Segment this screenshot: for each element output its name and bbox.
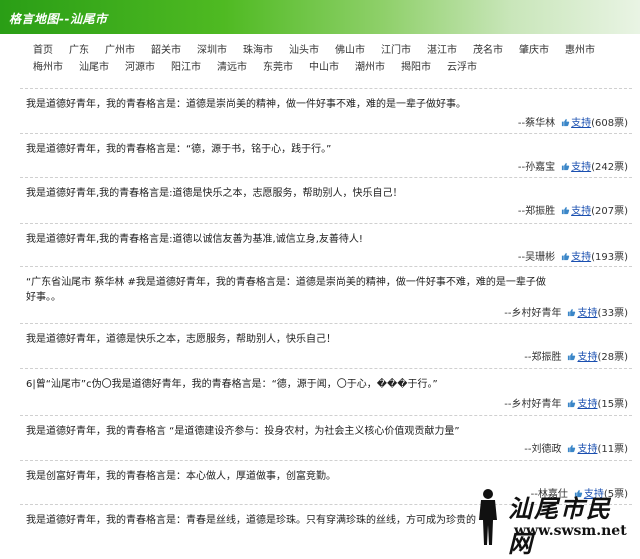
thumbs-up-icon xyxy=(562,118,570,127)
person-silhouette-icon xyxy=(479,489,497,545)
quote-text: “广东省汕尾市 蔡华林 #我是道德好青年，我的青春格言是：道德是崇尚美的精神，做… xyxy=(26,277,546,303)
thumbs-up-icon xyxy=(568,352,576,361)
vote-count: (242票) xyxy=(591,162,628,173)
quote-text: 我是道德好青年,我的青春格言是:道德是快乐之本，志愿服务，帮助别人，快乐自己！ xyxy=(26,188,403,199)
quote-meta: --蔡华林 支持(608票) xyxy=(518,114,628,129)
vote-count: (28票) xyxy=(597,352,628,363)
quote-entry: “广东省汕尾市 蔡华林 #我是道德好青年，我的青春格言是：道德是崇尚美的精神，做… xyxy=(20,266,632,324)
nav-link[interactable]: 惠州市 xyxy=(565,42,595,59)
nav-link[interactable]: 佛山市 xyxy=(335,42,365,59)
thumbs-up-icon xyxy=(568,399,576,408)
quote-entry: 我是道德好青年，道德是快乐之本，志愿服务，帮助别人，快乐自己！ --郑振胜 支持(2… xyxy=(20,323,632,369)
quote-meta: --刘德政 支持(11票) xyxy=(524,440,628,455)
quote-text: 我是创富好青年，我的青春格言是：本心做人，厚道做事，创富竞勤。 xyxy=(26,471,336,482)
thumbs-up-icon xyxy=(568,444,576,453)
nav-link[interactable]: 清远市 xyxy=(217,59,247,76)
nav-link[interactable]: 茂名市 xyxy=(473,42,503,59)
thumbs-up-icon xyxy=(562,252,570,261)
city-nav: 首页 广东 广州市 韶关市 深圳市 珠海市 汕头市 佛山市 江门市 湛江市 茂名市 肇庆市 惠州市梅州市… xyxy=(22,42,622,76)
quote-author: --郑振胜 xyxy=(517,206,556,217)
vote-count: (608票) xyxy=(591,118,628,129)
quote-author: --吴珊彬 xyxy=(517,252,556,263)
thumbs-up-icon xyxy=(562,162,570,171)
quote-author: --郑振胜 xyxy=(524,352,562,363)
nav-link[interactable]: 肇庆市 xyxy=(519,42,549,59)
nav-link[interactable]: 湛江市 xyxy=(427,42,457,59)
nav-link[interactable]: 韶关市 xyxy=(151,42,181,59)
quote-text: 我是道德好青年，我的青春格言是：道德是崇尚美的精神，做一件好事不难，难的是一辈子… xyxy=(26,99,466,110)
nav-link[interactable]: 汕尾市 xyxy=(79,59,109,76)
quote-meta: --孙嘉宝 支持(242票) xyxy=(518,158,628,173)
vote-count: (15票) xyxy=(597,399,628,410)
quote-entry: 我是道德好青年，我的青春格言是：道德是崇尚美的精神，做一件好事不难，难的是一辈子… xyxy=(20,88,632,134)
support-link[interactable]: 支持 xyxy=(577,352,597,363)
nav-link[interactable]: 梅州市 xyxy=(33,59,63,76)
page-title: 格言地图--汕尾市 xyxy=(9,12,108,26)
thumbs-up-icon xyxy=(562,206,570,215)
support-link[interactable]: 支持 xyxy=(571,252,591,263)
quote-text: 6|曾“汕尾市”c伪〇我是道德好青年，我的青春格言是：“德，源于闻，〇于心，��… xyxy=(26,379,438,390)
quote-text: 我是道德好青年,我的青春格言是:道德以诚信友善为基准,诚信立身,友善待人! xyxy=(26,234,363,245)
quote-entry: 我是道德好青年,我的青春格言是:道德以诚信友善为基准,诚信立身,友善待人! --吴… xyxy=(20,223,632,267)
nav-link[interactable]: 江门市 xyxy=(381,42,411,59)
quote-text: 我是道德好青年，道德是快乐之本，志愿服务，帮助别人，快乐自己！ xyxy=(26,334,336,345)
vote-count: (193票) xyxy=(591,252,628,263)
nav-link[interactable]: 首页 xyxy=(33,42,53,59)
nav-link[interactable]: 中山市 xyxy=(309,59,339,76)
support-link[interactable]: 支持 xyxy=(577,308,597,319)
quote-text: 我是道德好青年，我的青春格言 “是道德建设齐参与：投身农村，为社会主义核心价值观… xyxy=(26,426,460,437)
quote-entry: 我是道德好青年，我的青春格言是：“德，源于书，铭于心，践于行。” --孙嘉宝 支持(… xyxy=(20,133,632,178)
quote-author: --乡村好青年 xyxy=(504,399,562,410)
quote-text: 我是道德好青年，我的青春格言是：青春是丝线，道德是珍珠。只有穿满珍珠的丝线，方可… xyxy=(26,515,476,526)
vote-count: (11票) xyxy=(597,444,628,455)
vote-count: (207票) xyxy=(591,206,628,217)
nav-link[interactable]: 云浮市 xyxy=(447,59,477,76)
support-link[interactable]: 支持 xyxy=(571,118,591,129)
quote-meta: --郑振胜 支持(207票) xyxy=(518,202,628,217)
nav-link[interactable]: 广东 xyxy=(69,42,89,59)
watermark-url: www.swsm.net xyxy=(514,523,627,539)
nav-link[interactable]: 广州市 xyxy=(105,42,135,59)
support-link[interactable]: 支持 xyxy=(577,399,597,410)
page-header: 格言地图--汕尾市 xyxy=(0,0,640,34)
quote-author: --刘德政 xyxy=(524,444,562,455)
support-link[interactable]: 支持 xyxy=(571,206,591,217)
quote-meta: --乡村好青年 支持(15票) xyxy=(504,395,628,410)
nav-link[interactable]: 深圳市 xyxy=(197,42,227,59)
site-watermark: 汕尾市民网 www.swsm.net xyxy=(472,485,632,558)
support-link[interactable]: 支持 xyxy=(577,444,597,455)
quote-entry: 我是道德好青年，我的青春格言 “是道德建设齐参与：投身农村，为社会主义核心价值观… xyxy=(20,415,632,461)
quote-author: --蔡华林 xyxy=(517,118,556,129)
quote-entry: 6|曾“汕尾市”c伪〇我是道德好青年，我的青春格言是：“德，源于闻，〇于心，��… xyxy=(20,368,632,416)
quote-meta: --乡村好青年 支持(33票) xyxy=(504,304,628,319)
nav-link[interactable]: 珠海市 xyxy=(243,42,273,59)
quote-author: --乡村好青年 xyxy=(504,308,562,319)
nav-link[interactable]: 潮州市 xyxy=(355,59,385,76)
thumbs-up-icon xyxy=(568,308,576,317)
quote-entry: 我是道德好青年,我的青春格言是:道德是快乐之本，志愿服务，帮助别人，快乐自己！ -… xyxy=(20,177,632,224)
quote-meta: --郑振胜 支持(28票) xyxy=(524,348,628,363)
nav-link[interactable]: 阳江市 xyxy=(171,59,201,76)
quote-author: --孙嘉宝 xyxy=(517,162,556,173)
support-link[interactable]: 支持 xyxy=(571,162,591,173)
nav-link[interactable]: 东莞市 xyxy=(263,59,293,76)
quote-meta: --吴珊彬 支持(193票) xyxy=(518,248,628,263)
nav-link[interactable]: 河源市 xyxy=(125,59,155,76)
nav-link[interactable]: 揭阳市 xyxy=(401,59,431,76)
nav-link[interactable]: 汕头市 xyxy=(289,42,319,59)
vote-count: (33票) xyxy=(597,308,628,319)
quote-text: 我是道德好青年，我的青春格言是：“德，源于书，铭于心，践于行。” xyxy=(26,144,332,155)
